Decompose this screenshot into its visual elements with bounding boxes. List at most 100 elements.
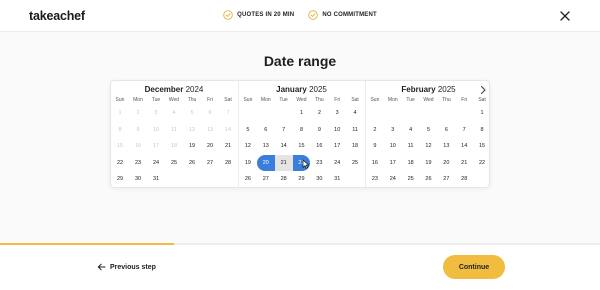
calendar-day[interactable]: 28 [455, 171, 473, 188]
calendar-day[interactable]: 6 [437, 122, 455, 139]
calendar-day[interactable]: 4 [346, 105, 364, 122]
calendar-day[interactable]: 18 [346, 138, 364, 155]
calendar-day-range-start[interactable]: 20 [256, 154, 275, 171]
calendar-day[interactable]: 7 [275, 122, 293, 139]
weekday-label: Sun [370, 97, 380, 103]
calendar-day[interactable]: 2 [310, 105, 328, 122]
calendar-day[interactable]: 5 [420, 122, 438, 139]
calendar-day[interactable]: 27 [437, 171, 455, 188]
calendar-day[interactable]: 17 [384, 155, 402, 172]
close-icon[interactable] [558, 9, 572, 23]
calendar-day[interactable]: 8 [473, 122, 491, 139]
date-range-calendar: December 2024 Sun Mon Tue Wed Thu Fri Sat 1234… [110, 80, 491, 189]
calendar-day[interactable]: 16 [366, 155, 384, 172]
calendar-day[interactable]: 12 [420, 138, 438, 155]
calendar-day[interactable]: 7 [455, 122, 473, 139]
calendar-day[interactable]: 25 [402, 171, 420, 188]
weekday-label: Sat [351, 97, 359, 103]
calendar-day[interactable]: 10 [328, 122, 346, 139]
calendar-day[interactable]: 21 [455, 155, 473, 172]
calendar-day[interactable]: 29 [111, 171, 129, 188]
calendar-day[interactable]: 19 [420, 155, 438, 172]
calendar-day-disabled: 1 [118, 110, 122, 116]
chevron-right-icon[interactable] [478, 84, 488, 96]
calendar-day[interactable]: 20 [437, 155, 455, 172]
calendar-day[interactable]: 26 [239, 171, 257, 188]
calendar-day[interactable]: 23 [129, 155, 147, 172]
calendar-day-disabled: 6 [208, 110, 212, 116]
calendar-day[interactable]: 20 [201, 138, 219, 155]
calendar-day-in-range[interactable]: 21 [274, 154, 293, 171]
calendar-day[interactable]: 1 [473, 105, 491, 122]
calendar-day[interactable]: 26 [183, 155, 201, 172]
calendar-day[interactable]: 5 [239, 122, 257, 139]
calendar-day[interactable]: 27 [257, 171, 275, 188]
calendar-day[interactable]: 23 [366, 171, 384, 188]
calendar-day[interactable]: 10 [384, 138, 402, 155]
previous-step-label: Previous step [110, 263, 156, 271]
check-circle-icon [223, 10, 233, 20]
calendar-day-disabled: 5 [190, 110, 194, 116]
calendar-empty-cell [165, 171, 183, 188]
calendar-day[interactable]: 19 [183, 138, 201, 155]
calendar-day[interactable]: 17 [328, 138, 346, 155]
calendar-day[interactable]: 6 [257, 122, 275, 139]
previous-step-button[interactable]: Previous step [97, 263, 156, 271]
calendar-day[interactable]: 31 [328, 171, 346, 188]
calendar-day[interactable]: 19 [239, 155, 257, 172]
continue-button[interactable]: Continue [443, 255, 505, 279]
month-title: February 2025 [366, 85, 491, 94]
calendar-day[interactable]: 28 [275, 171, 293, 188]
calendar-day[interactable]: 25 [346, 155, 364, 172]
badge-quotes: QUOTES IN 20 MIN [223, 10, 294, 20]
calendar-day[interactable]: 15 [293, 138, 311, 155]
calendar-day[interactable]: 11 [402, 138, 420, 155]
calendar-day[interactable]: 11 [346, 122, 364, 139]
calendar-day[interactable]: 4 [402, 122, 420, 139]
day-grid: 1 2 3 4 5 6 7 8 9 10 11 12 13 14 15 16 17 18 19 20 21 22 23 24 2… [366, 105, 491, 188]
calendar-day-range-end[interactable]: 22 [292, 154, 311, 171]
calendar-day[interactable]: 22 [473, 155, 491, 172]
calendar-day[interactable]: 24 [384, 171, 402, 188]
weekday-label: Mon [387, 97, 398, 103]
calendar-empty-cell [201, 171, 219, 188]
calendar-day[interactable]: 13 [437, 138, 455, 155]
weekday-label: Thu [187, 97, 197, 103]
calendar-day[interactable]: 24 [328, 155, 346, 172]
calendar-day[interactable]: 30 [129, 171, 147, 188]
weekday-row: Sun Mon Tue Wed Thu Fri Sat [366, 97, 491, 103]
weekday-label: Tue [151, 97, 161, 103]
header: takeachef QUOTES IN 20 MIN NO COMMITMENT [0, 0, 600, 32]
calendar-day[interactable]: 28 [219, 155, 237, 172]
calendar-day[interactable]: 12 [239, 138, 257, 155]
calendar-day[interactable]: 18 [402, 155, 420, 172]
calendar-day[interactable]: 9 [310, 122, 328, 139]
weekday-label: Sun [115, 97, 125, 103]
calendar-day[interactable]: 30 [310, 171, 328, 188]
calendar-empty-cell [473, 171, 491, 188]
calendar-day[interactable]: 14 [275, 138, 293, 155]
calendar-day[interactable]: 15 [473, 138, 491, 155]
calendar-day[interactable]: 16 [310, 138, 328, 155]
calendar-day[interactable]: 14 [455, 138, 473, 155]
calendar-day[interactable]: 13 [257, 138, 275, 155]
calendar-day[interactable]: 21 [219, 138, 237, 155]
calendar-day[interactable]: 23 [310, 155, 328, 172]
calendar-day-disabled: 9 [136, 126, 140, 133]
calendar-day[interactable]: 8 [293, 122, 311, 139]
calendar-day[interactable]: 3 [384, 122, 402, 139]
calendar-day[interactable]: 22 [111, 155, 129, 172]
calendar-day[interactable]: 26 [420, 171, 438, 188]
calendar-empty-cell [275, 105, 293, 122]
calendar-day[interactable]: 9 [366, 138, 384, 155]
calendar-day[interactable]: 3 [328, 105, 346, 122]
month-february: February 2025 Sun Mon Tue Wed Thu Fri Sat 1234… [365, 81, 491, 189]
calendar-day[interactable]: 31 [147, 171, 165, 188]
month-december: December 2024 Sun Mon Tue Wed Thu Fri Sat 1234… [111, 81, 237, 189]
calendar-day[interactable]: 24 [147, 155, 165, 172]
calendar-day[interactable]: 1 [293, 105, 311, 122]
calendar-day[interactable]: 27 [201, 155, 219, 172]
calendar-day[interactable]: 2 [366, 122, 384, 139]
calendar-day[interactable]: 25 [165, 155, 183, 172]
calendar-day[interactable]: 29 [293, 171, 311, 188]
